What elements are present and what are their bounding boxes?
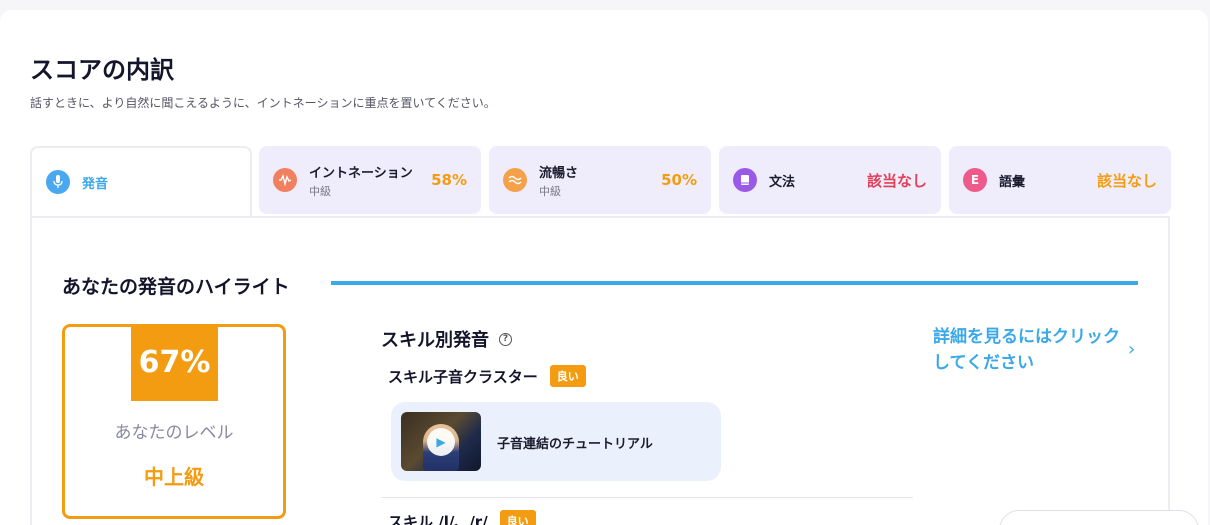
level-label: あなたのレベル <box>114 423 234 443</box>
tab-label: イントネーション <box>309 165 413 181</box>
vocab-icon: E <box>963 168 987 192</box>
level-percent: 67% <box>131 324 218 401</box>
skill-item: スキル /l/、/r/ 良い <box>388 510 536 525</box>
skill-name: スキル子音クラスター <box>388 367 538 386</box>
floating-widget[interactable] <box>999 510 1199 525</box>
book-icon <box>733 168 757 192</box>
tab-score: 該当なし <box>1096 171 1157 190</box>
skill-name: スキル /l/、/r/ <box>388 512 488 525</box>
waveform-icon <box>273 168 297 192</box>
tab-label: 文法 <box>769 174 796 190</box>
tab-label: 語彙 <box>999 174 1026 190</box>
highlight-divider <box>331 281 1138 285</box>
microphone-icon <box>46 170 70 194</box>
chevron-right-icon[interactable]: › <box>1128 339 1135 360</box>
tab-vocabulary[interactable]: E 語彙 該当なし <box>949 146 1171 214</box>
skill-item: スキル子音クラスター 良い <box>388 365 586 387</box>
skill-badge: 良い <box>499 510 536 525</box>
page-title: スコアの内訳 <box>30 56 174 84</box>
tab-score: 50% <box>661 171 697 189</box>
video-thumbnail[interactable]: ▶ <box>401 412 481 471</box>
skills-title-text: スキル別発音 <box>381 330 489 351</box>
tab-label: 流暢さ <box>539 165 579 181</box>
highlight-title: あなたの発音のハイライト <box>62 276 290 298</box>
skill-badge: 良い <box>549 365 586 387</box>
level-value: 中上級 <box>144 465 204 489</box>
tab-score: 58% <box>431 171 467 189</box>
fluency-icon <box>503 168 527 192</box>
page-subtitle: 話すときに、より自然に聞こえるように、イントネーションに重点を置いてください。 <box>30 96 496 110</box>
tab-label: 発音 <box>82 176 109 192</box>
tab-grammar[interactable]: 文法 該当なし <box>719 146 941 214</box>
tab-pronunciation[interactable]: 発音 <box>30 146 252 216</box>
tab-score: 該当なし <box>866 171 927 190</box>
tab-fluency[interactable]: 流暢さ 中級 50% <box>489 146 711 214</box>
play-icon[interactable]: ▶ <box>427 428 455 456</box>
tab-intonation[interactable]: イントネーション 中級 58% <box>259 146 481 214</box>
skills-title: スキル別発音 ? <box>381 326 512 352</box>
divider <box>381 497 913 498</box>
tutorial-label: 子音連結のチュートリアル <box>497 437 653 452</box>
help-icon[interactable]: ? <box>499 332 512 346</box>
tutorial-card[interactable]: ▶ 子音連結のチュートリアル <box>391 402 721 481</box>
tab-sublabel: 中級 <box>539 184 561 198</box>
details-link[interactable]: 詳細を見るにはクリックしてください <box>933 324 1123 376</box>
tab-sublabel: 中級 <box>309 184 331 198</box>
